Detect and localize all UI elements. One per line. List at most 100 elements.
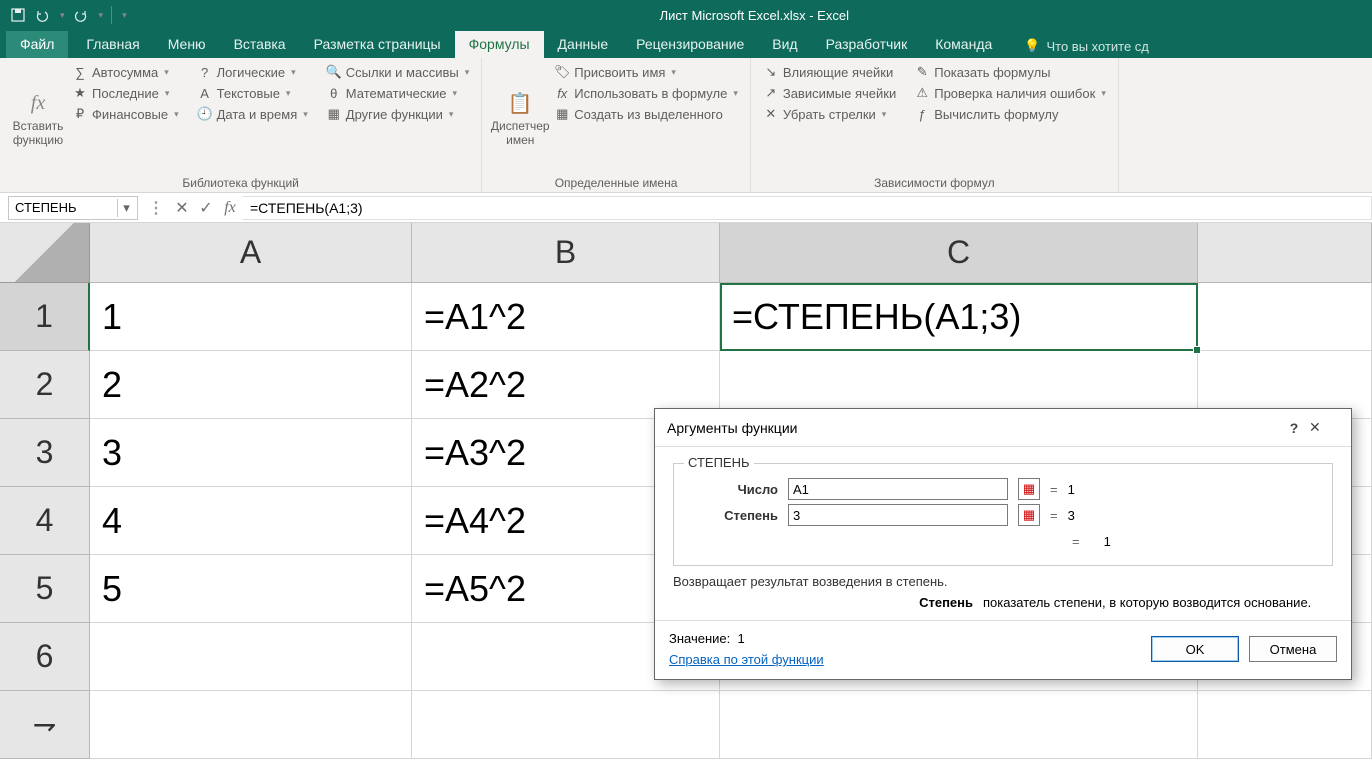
text-icon: A — [197, 85, 213, 101]
text-button[interactable]: AТекстовые▾ — [193, 83, 312, 103]
undo-icon[interactable] — [34, 7, 50, 23]
arg2-label: Степень — [688, 508, 778, 523]
tab-data[interactable]: Данные — [544, 31, 623, 58]
datetime-button[interactable]: 🕘Дата и время▾ — [193, 104, 312, 124]
recent-button[interactable]: ★Последние▾ — [68, 83, 183, 103]
row-header-3[interactable]: 3 — [0, 419, 90, 487]
cell-A2[interactable]: 2 — [90, 351, 412, 419]
show-formulas-button[interactable]: ✎Показать формулы — [910, 62, 1110, 82]
undo-dropdown-icon[interactable]: ▾ — [60, 10, 65, 21]
financial-button[interactable]: ₽Финансовые▾ — [68, 104, 183, 124]
name-box-dropdown-icon[interactable]: ▾ — [117, 199, 135, 217]
name-manager-button[interactable]: 📋 Диспетчер имен — [490, 62, 550, 172]
dialog-help-button[interactable]: ? — [1279, 413, 1309, 443]
row-header-1[interactable]: 1 — [0, 283, 90, 351]
group-names-caption: Определенные имена — [490, 172, 742, 192]
function-arguments-dialog: Аргументы функции ? ✕ СТЕПЕНЬ Число ▦ = … — [654, 408, 1352, 680]
cell-C7[interactable] — [720, 691, 1198, 759]
help-link[interactable]: Справка по этой функции — [669, 652, 824, 667]
cell-A6[interactable] — [90, 623, 412, 691]
tab-pagelayout[interactable]: Разметка страницы — [300, 31, 455, 58]
dialog-close-button[interactable]: ✕ — [1309, 413, 1339, 443]
sigma-icon: ∑ — [72, 64, 88, 80]
qat-customize-icon[interactable]: ▾ — [122, 10, 127, 21]
remove-arrows-button[interactable]: ✕Убрать стрелки▾ — [759, 104, 900, 124]
tab-menu[interactable]: Меню — [154, 31, 220, 58]
cell-B7[interactable] — [412, 691, 720, 759]
more-icon: ▦ — [326, 106, 342, 122]
save-icon[interactable] — [10, 7, 26, 23]
arg2-ref-button[interactable]: ▦ — [1018, 504, 1040, 526]
tab-insert[interactable]: Вставка — [220, 31, 300, 58]
cell-B1[interactable]: =A1^2 — [412, 283, 720, 351]
group-library-caption: Библиотека функций — [8, 172, 473, 192]
row-header-5[interactable]: 5 — [0, 555, 90, 623]
cancel-formula-button[interactable]: ✕ — [170, 196, 194, 220]
logical-button[interactable]: ?Логические▾ — [193, 62, 312, 82]
insert-function-button[interactable]: fx Вставить функцию — [8, 62, 68, 172]
function-name-label: СТЕПЕНЬ — [684, 455, 754, 470]
cell-A3[interactable]: 3 — [90, 419, 412, 487]
row-header-2[interactable]: 2 — [0, 351, 90, 419]
col-header-C[interactable]: C — [720, 223, 1198, 283]
title-bar: ▾ ▾ ▾ Лист Microsoft Excel.xlsx - Excel — [0, 0, 1372, 30]
cell-A4[interactable]: 4 — [90, 487, 412, 555]
formula-bar: СТЕПЕНЬ ▾ ⋮ ✕ ✓ fx =СТЕПЕНЬ(A1;3) — [0, 193, 1372, 223]
bulb-icon: 💡 — [1024, 38, 1040, 54]
tell-me[interactable]: 💡 Что вы хотите сд — [1014, 38, 1159, 58]
arg1-input[interactable] — [788, 478, 1008, 500]
math-button[interactable]: θМатематические▾ — [322, 83, 473, 103]
redo-icon[interactable] — [73, 7, 89, 23]
tab-review[interactable]: Рецензирование — [622, 31, 758, 58]
row-header-4[interactable]: 4 — [0, 487, 90, 555]
name-box-value: СТЕПЕНЬ — [15, 200, 77, 215]
redo-dropdown-icon[interactable]: ▾ — [99, 10, 104, 21]
evaluate-formula-button[interactable]: ƒВычислить формулу — [910, 104, 1110, 124]
cancel-button[interactable]: Отмена — [1249, 636, 1337, 662]
define-name-button[interactable]: 🏷Присвоить имя▾ — [550, 62, 742, 82]
cell-D7[interactable] — [1198, 691, 1372, 759]
row-header-7[interactable]: ⇁ — [0, 691, 90, 759]
cell-D1[interactable] — [1198, 283, 1372, 351]
autosum-button[interactable]: ∑Автосумма▾ — [68, 62, 183, 82]
value-label: Значение: — [669, 631, 730, 646]
quick-access-toolbar: ▾ ▾ ▾ — [0, 6, 137, 24]
cell-A5[interactable]: 5 — [90, 555, 412, 623]
formula-input[interactable]: =СТЕПЕНЬ(A1;3) — [242, 196, 1372, 220]
value-result: 1 — [738, 631, 745, 646]
name-box[interactable]: СТЕПЕНЬ ▾ — [8, 196, 138, 220]
error-check-button[interactable]: ⚠Проверка наличия ошибок▾ — [910, 83, 1110, 103]
ok-button[interactable]: OK — [1151, 636, 1239, 662]
select-all-corner[interactable] — [0, 223, 90, 283]
more-fn-button[interactable]: ▦Другие функции▾ — [322, 104, 473, 124]
star-icon: ★ — [72, 85, 88, 101]
cell-C1[interactable]: =СТЕПЕНЬ(A1;3) — [720, 283, 1198, 351]
tab-developer[interactable]: Разработчик — [812, 31, 922, 58]
tab-file[interactable]: Файл — [6, 31, 68, 58]
trace-dependents-button[interactable]: ↗Зависимые ячейки — [759, 83, 900, 103]
arg2-input[interactable] — [788, 504, 1008, 526]
col-header-A[interactable]: A — [90, 223, 412, 283]
tab-view[interactable]: Вид — [758, 31, 811, 58]
lookup-button[interactable]: 🔍Ссылки и массивы▾ — [322, 62, 473, 82]
current-arg-name: Степень — [673, 595, 973, 610]
col-header-D[interactable] — [1198, 223, 1372, 283]
use-in-formula-button[interactable]: fxИспользовать в формуле▾ — [550, 83, 742, 103]
name-manager-icon: 📋 — [504, 87, 536, 119]
accept-formula-button[interactable]: ✓ — [194, 196, 218, 220]
dialog-title-bar[interactable]: Аргументы функции ? ✕ — [655, 409, 1351, 447]
tab-home[interactable]: Главная — [72, 31, 153, 58]
arg1-ref-button[interactable]: ▦ — [1018, 478, 1040, 500]
fx-button[interactable]: fx — [218, 196, 242, 220]
arg1-equals: = — [1050, 482, 1058, 497]
tab-team[interactable]: Команда — [921, 31, 1006, 58]
col-header-B[interactable]: B — [412, 223, 720, 283]
trace-precedents-button[interactable]: ↘Влияющие ячейки — [759, 62, 900, 82]
question-icon: ? — [197, 64, 213, 80]
row-header-6[interactable]: 6 — [0, 623, 90, 691]
tab-formulas[interactable]: Формулы — [455, 31, 544, 58]
cell-A7[interactable] — [90, 691, 412, 759]
create-from-selection-button[interactable]: ▦Создать из выделенного — [550, 104, 742, 124]
cell-A1[interactable]: 1 — [90, 283, 412, 351]
fx-icon: fx — [224, 199, 236, 217]
